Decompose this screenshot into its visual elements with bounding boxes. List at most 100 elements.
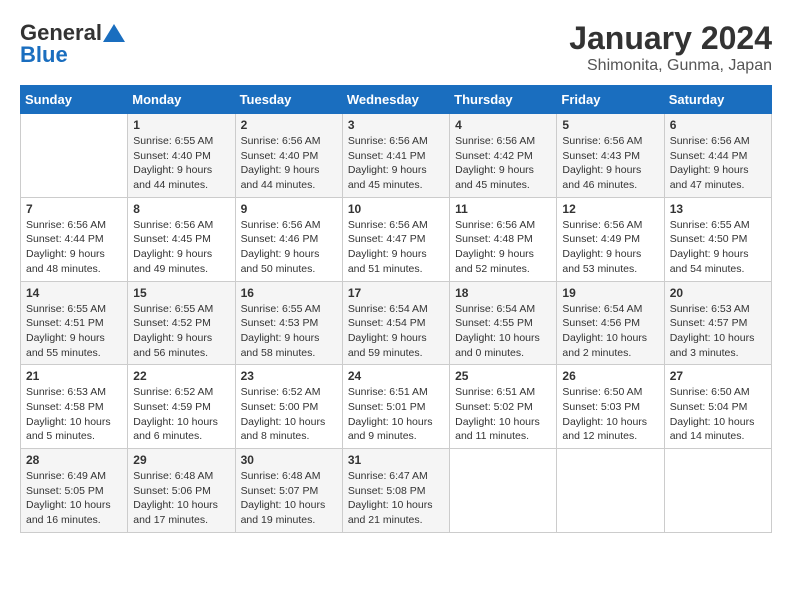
calendar-cell: 24 Sunrise: 6:51 AM Sunset: 5:01 PM Dayli… [342,365,449,449]
calendar-cell [450,449,557,533]
day-info: Sunrise: 6:55 AM Sunset: 4:51 PM Dayligh… [26,302,122,361]
day-info: Sunrise: 6:54 AM Sunset: 4:54 PM Dayligh… [348,302,444,361]
week-row-1: 1 Sunrise: 6:55 AM Sunset: 4:40 PM Daylig… [21,114,772,198]
day-number: 15 [133,286,229,300]
month-title: January 2024 [569,20,772,57]
day-info: Sunrise: 6:56 AM Sunset: 4:44 PM Dayligh… [26,218,122,277]
logo: General Blue [20,20,125,68]
calendar-cell: 1 Sunrise: 6:55 AM Sunset: 4:40 PM Daylig… [128,114,235,198]
day-info: Sunrise: 6:55 AM Sunset: 4:52 PM Dayligh… [133,302,229,361]
day-number: 20 [670,286,766,300]
day-info: Sunrise: 6:54 AM Sunset: 4:55 PM Dayligh… [455,302,551,361]
day-info: Sunrise: 6:50 AM Sunset: 5:03 PM Dayligh… [562,385,658,444]
day-number: 28 [26,453,122,467]
header-wednesday: Wednesday [342,86,449,114]
day-info: Sunrise: 6:56 AM Sunset: 4:41 PM Dayligh… [348,134,444,193]
day-number: 5 [562,118,658,132]
day-info: Sunrise: 6:56 AM Sunset: 4:49 PM Dayligh… [562,218,658,277]
day-info: Sunrise: 6:56 AM Sunset: 4:47 PM Dayligh… [348,218,444,277]
calendar-cell: 14 Sunrise: 6:55 AM Sunset: 4:51 PM Dayli… [21,281,128,365]
day-info: Sunrise: 6:52 AM Sunset: 4:59 PM Dayligh… [133,385,229,444]
day-number: 4 [455,118,551,132]
week-row-3: 14 Sunrise: 6:55 AM Sunset: 4:51 PM Dayli… [21,281,772,365]
header-friday: Friday [557,86,664,114]
day-number: 7 [26,202,122,216]
calendar-cell: 28 Sunrise: 6:49 AM Sunset: 5:05 PM Dayli… [21,449,128,533]
day-info: Sunrise: 6:56 AM Sunset: 4:40 PM Dayligh… [241,134,337,193]
day-info: Sunrise: 6:54 AM Sunset: 4:56 PM Dayligh… [562,302,658,361]
calendar-cell: 3 Sunrise: 6:56 AM Sunset: 4:41 PM Daylig… [342,114,449,198]
week-row-4: 21Sunrise: 6:53 AM Sunset: 4:58 PM Dayli… [21,365,772,449]
location-subtitle: Shimonita, Gunma, Japan [569,57,772,75]
day-number: 24 [348,369,444,383]
day-number: 29 [133,453,229,467]
day-info: Sunrise: 6:50 AM Sunset: 5:04 PM Dayligh… [670,385,766,444]
day-info: Sunrise: 6:53 AM Sunset: 4:58 PM Dayligh… [26,385,122,444]
day-info: Sunrise: 6:48 AM Sunset: 5:06 PM Dayligh… [133,469,229,528]
calendar-cell: 26Sunrise: 6:50 AM Sunset: 5:03 PM Dayli… [557,365,664,449]
calendar-cell: 7 Sunrise: 6:56 AM Sunset: 4:44 PM Daylig… [21,197,128,281]
day-info: Sunrise: 6:56 AM Sunset: 4:42 PM Dayligh… [455,134,551,193]
header-thursday: Thursday [450,86,557,114]
day-info: Sunrise: 6:51 AM Sunset: 5:01 PM Dayligh… [348,385,444,444]
calendar-cell: 5 Sunrise: 6:56 AM Sunset: 4:43 PM Daylig… [557,114,664,198]
day-info: Sunrise: 6:55 AM Sunset: 4:53 PM Dayligh… [241,302,337,361]
calendar-cell: 23 Sunrise: 6:52 AM Sunset: 5:00 PM Dayli… [235,365,342,449]
logo-bird-icon [103,24,125,42]
page-header: General Blue January 2024 Shimonita, Gun… [20,20,772,75]
calendar-cell: 6Sunrise: 6:56 AM Sunset: 4:44 PM Daylig… [664,114,771,198]
day-info: Sunrise: 6:56 AM Sunset: 4:43 PM Dayligh… [562,134,658,193]
day-number: 31 [348,453,444,467]
day-number: 18 [455,286,551,300]
header-saturday: Saturday [664,86,771,114]
day-number: 19 [562,286,658,300]
header-tuesday: Tuesday [235,86,342,114]
day-info: Sunrise: 6:53 AM Sunset: 4:57 PM Dayligh… [670,302,766,361]
day-number: 30 [241,453,337,467]
day-number: 3 [348,118,444,132]
day-info: Sunrise: 6:56 AM Sunset: 4:48 PM Dayligh… [455,218,551,277]
calendar-cell: 21Sunrise: 6:53 AM Sunset: 4:58 PM Dayli… [21,365,128,449]
day-number: 8 [133,202,229,216]
calendar-cell: 11 Sunrise: 6:56 AM Sunset: 4:48 PM Dayli… [450,197,557,281]
week-row-5: 28 Sunrise: 6:49 AM Sunset: 5:05 PM Dayli… [21,449,772,533]
day-info: Sunrise: 6:49 AM Sunset: 5:05 PM Dayligh… [26,469,122,528]
calendar-cell: 8 Sunrise: 6:56 AM Sunset: 4:45 PM Daylig… [128,197,235,281]
calendar-cell: 4 Sunrise: 6:56 AM Sunset: 4:42 PM Daylig… [450,114,557,198]
calendar-cell [557,449,664,533]
day-info: Sunrise: 6:48 AM Sunset: 5:07 PM Dayligh… [241,469,337,528]
day-number: 16 [241,286,337,300]
logo-blue: Blue [20,42,68,68]
calendar-cell [664,449,771,533]
day-number: 12 [562,202,658,216]
day-number: 1 [133,118,229,132]
day-number: 10 [348,202,444,216]
calendar-cell: 20 Sunrise: 6:53 AM Sunset: 4:57 PM Dayli… [664,281,771,365]
day-info: Sunrise: 6:56 AM Sunset: 4:45 PM Dayligh… [133,218,229,277]
day-info: Sunrise: 6:56 AM Sunset: 4:46 PM Dayligh… [241,218,337,277]
calendar-cell: 12 Sunrise: 6:56 AM Sunset: 4:49 PM Dayli… [557,197,664,281]
calendar-cell: 2 Sunrise: 6:56 AM Sunset: 4:40 PM Daylig… [235,114,342,198]
day-number: 23 [241,369,337,383]
calendar-cell: 31Sunrise: 6:47 AM Sunset: 5:08 PM Dayli… [342,449,449,533]
day-number: 2 [241,118,337,132]
calendar-cell: 29 Sunrise: 6:48 AM Sunset: 5:06 PM Dayli… [128,449,235,533]
calendar-cell: 27 Sunrise: 6:50 AM Sunset: 5:04 PM Dayli… [664,365,771,449]
day-number: 11 [455,202,551,216]
day-info: Sunrise: 6:55 AM Sunset: 4:40 PM Dayligh… [133,134,229,193]
calendar-cell: 22Sunrise: 6:52 AM Sunset: 4:59 PM Dayli… [128,365,235,449]
title-block: January 2024 Shimonita, Gunma, Japan [569,20,772,75]
day-info: Sunrise: 6:51 AM Sunset: 5:02 PM Dayligh… [455,385,551,444]
calendar-header-row: SundayMondayTuesdayWednesdayThursdayFrid… [21,86,772,114]
day-number: 14 [26,286,122,300]
day-info: Sunrise: 6:52 AM Sunset: 5:00 PM Dayligh… [241,385,337,444]
day-info: Sunrise: 6:55 AM Sunset: 4:50 PM Dayligh… [670,218,766,277]
day-number: 17 [348,286,444,300]
calendar-cell: 10 Sunrise: 6:56 AM Sunset: 4:47 PM Dayli… [342,197,449,281]
calendar-cell: 9Sunrise: 6:56 AM Sunset: 4:46 PM Daylig… [235,197,342,281]
calendar-cell: 25 Sunrise: 6:51 AM Sunset: 5:02 PM Dayli… [450,365,557,449]
week-row-2: 7 Sunrise: 6:56 AM Sunset: 4:44 PM Daylig… [21,197,772,281]
calendar-cell: 13Sunrise: 6:55 AM Sunset: 4:50 PM Dayli… [664,197,771,281]
day-number: 25 [455,369,551,383]
day-number: 27 [670,369,766,383]
